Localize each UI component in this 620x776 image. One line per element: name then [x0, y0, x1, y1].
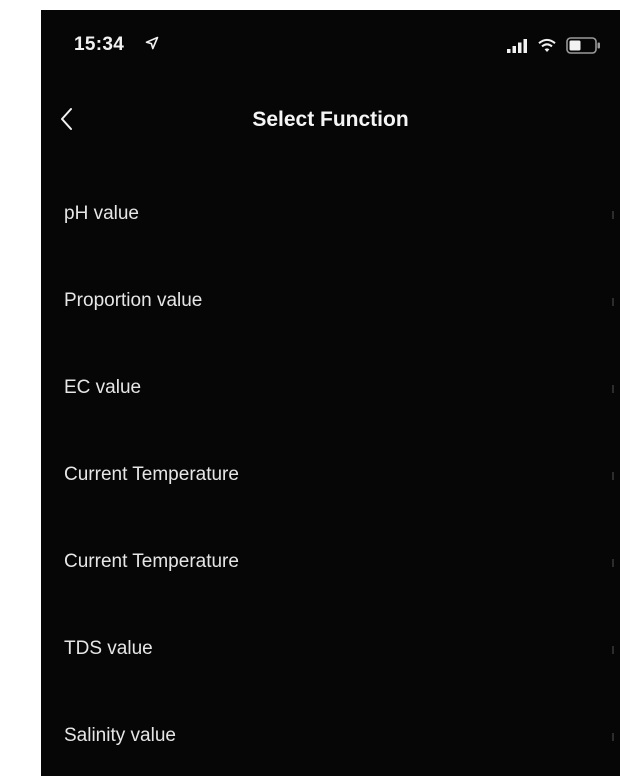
list-item-edge: [612, 733, 614, 741]
list-item-label: Salinity value: [64, 725, 176, 746]
list-item-current-temperature-2[interactable]: Current Temperature: [41, 529, 620, 616]
wifi-icon: [538, 38, 556, 53]
list-item-label: pH value: [64, 203, 139, 224]
list-item-current-temperature[interactable]: Current Temperature: [41, 442, 620, 529]
cellular-signal-icon: [507, 39, 529, 53]
status-time: 15:34: [74, 34, 125, 55]
navigation-bar: Select Function: [41, 82, 620, 158]
list-item-label: Current Temperature: [64, 551, 239, 572]
list-item-tds-value[interactable]: TDS value: [41, 616, 620, 703]
page-title: Select Function: [252, 108, 409, 131]
list-item-edge: [612, 559, 614, 567]
list-item-ph-value[interactable]: pH value: [41, 181, 620, 268]
status-bar: 15:34: [41, 10, 620, 82]
battery-icon: [566, 37, 602, 54]
list-item-edge: [612, 385, 614, 393]
list-item-edge: [612, 472, 614, 480]
list-item-label: TDS value: [64, 638, 153, 659]
list-item-ec-value[interactable]: EC value: [41, 355, 620, 442]
list-item-salinity-value[interactable]: Salinity value: [41, 703, 620, 776]
list-item-label: EC value: [64, 377, 142, 398]
list-item-edge: [612, 646, 614, 654]
location-arrow-icon: [145, 36, 159, 50]
list-item-label: Proportion value: [64, 290, 203, 311]
list-item-edge: [612, 298, 614, 306]
app-screen: 15:34 Select Function pH value Proportio…: [41, 10, 620, 776]
list-item-edge: [612, 211, 614, 219]
function-list: pH value Proportion value EC value Curre…: [41, 181, 620, 776]
list-item-proportion-value[interactable]: Proportion value: [41, 268, 620, 355]
list-item-label: Current Temperature: [64, 464, 239, 485]
